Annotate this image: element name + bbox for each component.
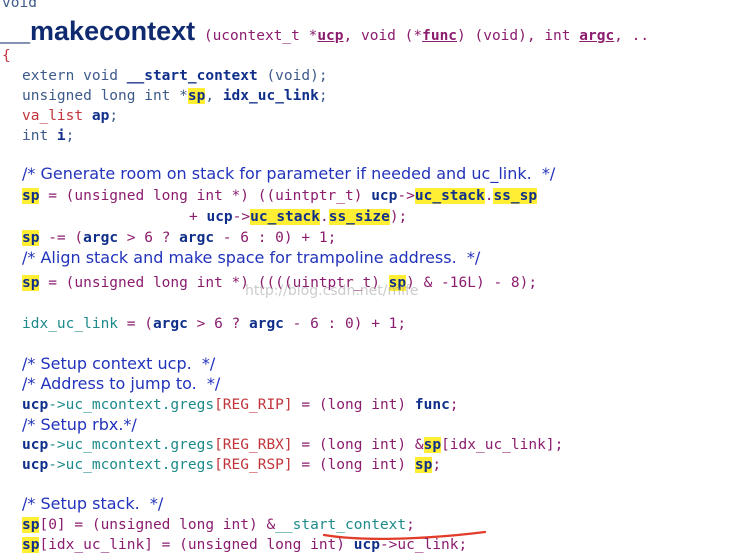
- var-argc: argc: [152, 316, 188, 332]
- code-line-idx-assign: idx_uc_link = (argc > 6 ? argc - 6 : 0) …: [22, 314, 406, 334]
- expr: = (unsigned long int *) ((uintptr_t): [39, 188, 372, 204]
- punct: (void);: [257, 68, 328, 84]
- expr: ) & -16L) - 8);: [406, 275, 538, 291]
- var-sp: sp: [22, 188, 40, 204]
- punct: ;: [449, 397, 459, 413]
- code-line-sp-idx: sp[idx_uc_link] = (unsigned long int) uc…: [22, 535, 467, 555]
- var-argc: argc: [248, 316, 284, 332]
- var-ucp: ucp: [22, 397, 49, 413]
- comment-address-jump: /* Address to jump to. */: [22, 374, 221, 393]
- expr: > 6 ?: [187, 316, 249, 332]
- comment-align-stack: /* Align stack and make space for trampo…: [22, 248, 481, 267]
- op: .: [319, 209, 329, 225]
- sig-param-func: func: [422, 28, 458, 44]
- var-sp: sp: [414, 457, 433, 473]
- field-ss-sp: ss_sp: [493, 188, 538, 204]
- sig-param-argc: argc: [579, 28, 615, 44]
- punct: );: [389, 209, 408, 225]
- var-sp: sp: [22, 517, 40, 533]
- var-sp: sp: [22, 275, 40, 291]
- field-uc-stack: uc_stack: [414, 188, 485, 204]
- watermark: http://blog.csdn.net/mlfe: [245, 283, 419, 299]
- type: va_list: [22, 108, 84, 124]
- sig-mid2: ) (void), int: [457, 28, 580, 44]
- reg-index: [REG_RSP]: [214, 457, 293, 473]
- var-sp: sp: [423, 437, 442, 453]
- expr: - 6 : 0) + 1;: [283, 316, 407, 332]
- expr: ->uc_link;: [379, 537, 468, 553]
- var-i: i: [56, 128, 66, 144]
- reg-index: [REG_RIP]: [214, 397, 293, 413]
- code-line-extern: extern void __start_context (void);: [22, 66, 328, 86]
- expr: [idx_uc_link] = (unsigned long int): [39, 537, 354, 553]
- keyword: extern void: [22, 68, 127, 84]
- comment-generate-room: /* Generate room on stack for parameter …: [22, 164, 556, 183]
- punct: ;: [109, 108, 119, 124]
- var-ucp: ucp: [206, 209, 233, 225]
- code-line-rsp: ucp->uc_mcontext.gregs[REG_RSP] = (long …: [22, 455, 441, 475]
- var-sp: sp: [22, 537, 40, 553]
- expr: = (long int): [292, 397, 415, 413]
- function-signature: __makecontext (ucontext_t *ucp, void (*f…: [0, 14, 649, 48]
- code-line-rbx: ucp->uc_mcontext.gregs[REG_RBX] = (long …: [22, 435, 563, 455]
- return-type: void: [2, 0, 37, 11]
- field-uc-stack: uc_stack: [250, 209, 320, 225]
- expr: = (long int): [292, 457, 415, 473]
- punct: ,: [205, 88, 223, 104]
- expr: [idx_uc_link];: [441, 437, 564, 453]
- identifier: __start_context: [126, 68, 258, 84]
- sig-mid: , void (*: [343, 28, 423, 44]
- keyword: unsigned long int *: [22, 88, 188, 104]
- punct: ;: [432, 457, 442, 473]
- code-line-sp-assign: sp = (unsigned long int *) ((uintptr_t) …: [22, 186, 538, 206]
- field-gregs: ->uc_mcontext.gregs: [48, 437, 215, 453]
- sig-param-ucp: ucp: [317, 28, 344, 44]
- code-line-sp-sub: sp -= (argc > 6 ? argc - 6 : 0) + 1;: [22, 228, 336, 248]
- var-func: func: [414, 397, 450, 413]
- code-line-rip: ucp->uc_mcontext.gregs[REG_RIP] = (long …: [22, 395, 459, 415]
- var-idx: idx_uc_link: [222, 88, 319, 104]
- sig-open: (ucontext_t *: [195, 28, 318, 44]
- comment-setup-stack: /* Setup stack. */: [22, 494, 164, 513]
- expr: [0] = (unsigned long int) &: [39, 517, 276, 533]
- field-gregs: ->uc_mcontext.gregs: [48, 457, 215, 473]
- var-idx: idx_uc_link: [22, 316, 119, 332]
- field-gregs: ->uc_mcontext.gregs: [48, 397, 215, 413]
- punct: ;: [65, 128, 75, 144]
- punct: ;: [318, 88, 328, 104]
- code-line-decl-i: int i;: [22, 126, 74, 146]
- function-name: __makecontext: [0, 16, 196, 46]
- var-argc: argc: [179, 230, 215, 246]
- op: +: [189, 209, 207, 225]
- op: ->: [232, 209, 251, 225]
- var-sp: sp: [22, 230, 40, 246]
- expr: = (: [118, 316, 153, 332]
- comment-setup-context: /* Setup context ucp. */: [22, 354, 216, 373]
- reg-index: [REG_RBX]: [214, 437, 293, 453]
- expr: = (long int) &: [292, 437, 424, 453]
- var-ucp: ucp: [353, 537, 380, 553]
- expr: -= (: [39, 230, 84, 246]
- var-ucp: ucp: [22, 457, 49, 473]
- var-argc: argc: [83, 230, 119, 246]
- expr: > 6 ?: [118, 230, 180, 246]
- field-ss-size: ss_size: [328, 209, 390, 225]
- open-brace: {: [2, 48, 11, 64]
- comment-setup-rbx: /* Setup rbx.*/: [22, 415, 137, 434]
- var-sp: sp: [187, 88, 206, 104]
- var-ucp: ucp: [371, 188, 398, 204]
- keyword: int: [22, 128, 57, 144]
- var-ap: ap: [83, 108, 110, 124]
- code-line-sp-assign-cont: + ucp->uc_stack.ss_size);: [189, 207, 407, 227]
- op: ->: [397, 188, 415, 204]
- expr: - 6 : 0) + 1;: [214, 230, 337, 246]
- var-ucp: ucp: [22, 437, 49, 453]
- sig-end: , ..: [614, 28, 650, 44]
- code-line-decl-sp: unsigned long int *sp, idx_uc_link;: [22, 86, 328, 106]
- code-line-decl-ap: va_list ap;: [22, 106, 118, 126]
